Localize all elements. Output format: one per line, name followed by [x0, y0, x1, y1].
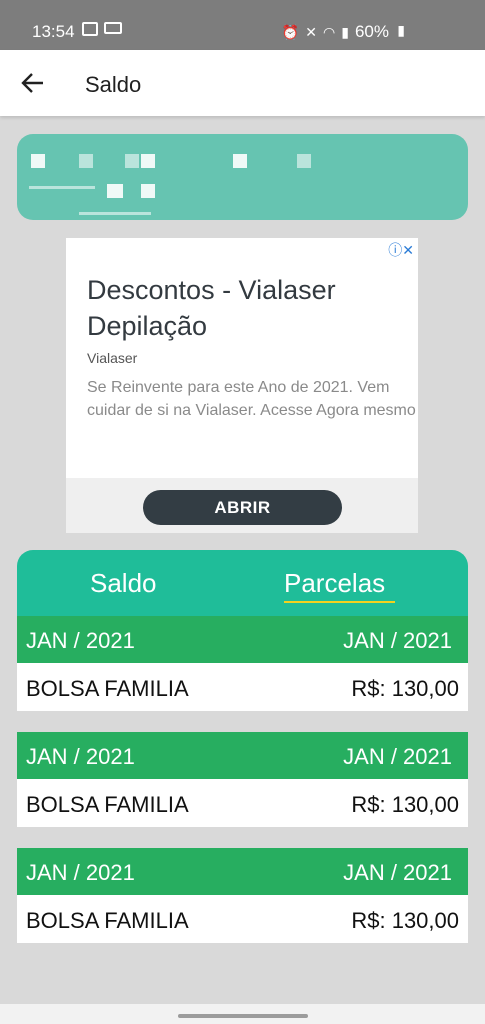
benefit-name: BOLSA FAMILIA — [26, 908, 189, 933]
installment-date-left: JAN / 2021 — [26, 628, 135, 653]
redacted-text — [297, 154, 311, 168]
tab-bar: Saldo Parcelas — [17, 550, 468, 616]
installment-header: JAN / 2021 JAN / 2021 — [17, 732, 468, 779]
redacted-text — [233, 154, 247, 168]
battery-icon: ▮ — [397, 22, 405, 38]
installment-date-left: JAN / 2021 — [26, 860, 135, 885]
installment-card: JAN / 2021 JAN / 2021 BOLSA FAMILIA R$: … — [17, 616, 468, 711]
alarm-icon: ⏰ — [281, 24, 300, 40]
tab-parcelas[interactable]: Parcelas — [284, 568, 385, 599]
home-gesture-handle[interactable] — [178, 1014, 308, 1018]
mute-icon: ✕ — [305, 24, 318, 40]
redacted-text — [79, 154, 93, 168]
page-title: Saldo — [85, 72, 142, 97]
laptop-icon — [104, 22, 122, 34]
tab-saldo[interactable]: Saldo — [90, 568, 157, 599]
installment-header: JAN / 2021 JAN / 2021 — [17, 616, 468, 663]
ad-headline[interactable]: Descontos - Vialaser Depilação — [87, 272, 407, 344]
signal-icon: ▮ — [341, 24, 349, 40]
redacted-text — [29, 186, 95, 189]
redacted-text — [79, 212, 151, 215]
status-time: 13:54 — [32, 22, 75, 41]
benefit-amount: R$: 130,00 — [351, 908, 459, 933]
battery-percent: 60% — [354, 22, 389, 41]
app-bar: Saldo — [0, 50, 485, 116]
redacted-text — [125, 154, 139, 168]
installment-row: BOLSA FAMILIA R$: 130,00 — [17, 895, 468, 943]
status-right-icons: ⏰ ✕ ◠ ▮ 60% — [282, 22, 389, 42]
installment-date-right: JAN / 2021 — [343, 860, 452, 885]
ad-choices-icon[interactable]: ⓘ✕ — [388, 240, 414, 260]
installment-row: BOLSA FAMILIA R$: 130,00 — [17, 663, 468, 711]
redacted-text — [141, 154, 155, 168]
installment-header: JAN / 2021 JAN / 2021 — [17, 848, 468, 895]
redacted-text — [141, 184, 155, 198]
benefit-amount: R$: 130,00 — [351, 676, 459, 701]
installment-card: JAN / 2021 JAN / 2021 BOLSA FAMILIA R$: … — [17, 848, 468, 943]
back-arrow-icon[interactable] — [20, 70, 46, 96]
ad-cta-button[interactable]: ABRIR — [143, 490, 342, 525]
account-info-card — [17, 134, 468, 220]
ad-advertiser: Vialaser — [87, 350, 138, 366]
status-left-icons — [82, 22, 122, 36]
benefit-amount: R$: 130,00 — [351, 792, 459, 817]
redacted-text — [107, 184, 123, 198]
benefit-name: BOLSA FAMILIA — [26, 676, 189, 701]
status-bar: 13:54 ⏰ ✕ ◠ ▮ 60% ▮ — [0, 0, 485, 50]
installment-date-right: JAN / 2021 — [343, 744, 452, 769]
ad-banner[interactable]: ⓘ✕ Descontos - Vialaser Depilação Vialas… — [66, 238, 418, 533]
redacted-text — [31, 154, 45, 168]
active-tab-indicator — [284, 601, 395, 603]
installment-card: JAN / 2021 JAN / 2021 BOLSA FAMILIA R$: … — [17, 732, 468, 827]
ad-body: Se Reinvente para este Ano de 2021. Vem … — [87, 379, 416, 419]
installment-row: BOLSA FAMILIA R$: 130,00 — [17, 779, 468, 827]
navigation-bar — [0, 1004, 485, 1024]
installment-date-left: JAN / 2021 — [26, 744, 135, 769]
benefit-name: BOLSA FAMILIA — [26, 792, 189, 817]
wifi-icon: ◠ — [323, 24, 336, 40]
installment-date-right: JAN / 2021 — [343, 628, 452, 653]
image-icon — [82, 22, 98, 36]
